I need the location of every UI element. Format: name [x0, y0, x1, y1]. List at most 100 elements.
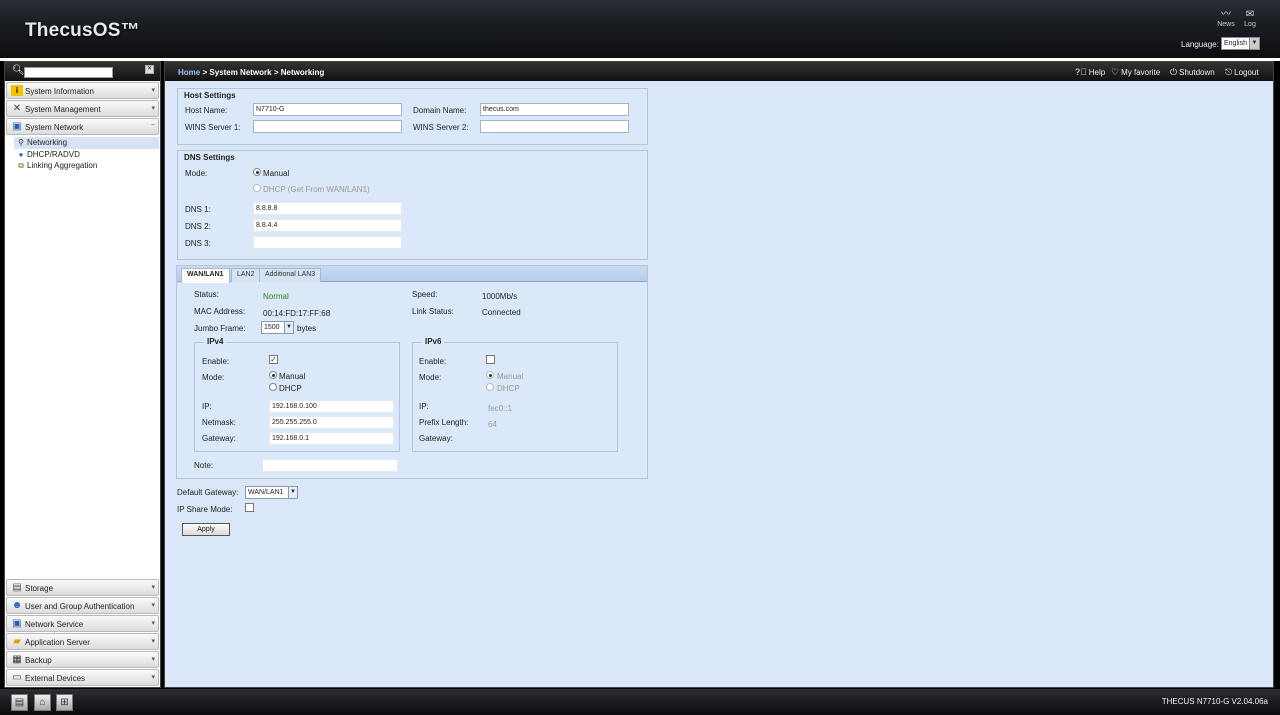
- mac-address-label: MAC Address:: [194, 307, 246, 316]
- default-gateway-select[interactable]: WAN/LAN1 ▼: [245, 486, 298, 499]
- note-label: Note:: [194, 461, 214, 470]
- ipv6-mode-manual-radio[interactable]: [486, 371, 494, 379]
- storage-icon: ▤: [12, 582, 22, 593]
- news-button[interactable]: 〰 News: [1215, 9, 1237, 28]
- my-favorite-button[interactable]: ♡ My favorite: [1111, 67, 1160, 78]
- ipv4-title: IPv4: [204, 337, 227, 346]
- logout-button[interactable]: ⎋ Logout: [1225, 67, 1259, 78]
- app-server-icon: ▰: [13, 636, 21, 647]
- ipv4-gateway-input[interactable]: 192.168.0.1: [269, 432, 394, 445]
- menu-user-group-authentication[interactable]: ☻ User and Group Authentication ▾: [6, 597, 159, 614]
- tab-lan2[interactable]: LAN2: [231, 268, 261, 282]
- taskbar: ▤ ⌂ ⊞ THECUS N7710-G V2.04.06a: [0, 689, 1280, 715]
- menu-system-information[interactable]: i System Information ▾: [6, 82, 159, 99]
- ethernet-icon: ⚲: [18, 138, 24, 147]
- sidebar-bottom-menus: ▤ Storage ▾ ☻ User and Group Authenticat…: [5, 578, 160, 686]
- menu-system-management[interactable]: ✕ System Management ▾: [6, 100, 159, 117]
- network-icon: ▣: [12, 121, 22, 132]
- dns-mode-dhcp-radio[interactable]: [253, 184, 261, 192]
- dns-1-label: DNS 1:: [185, 205, 211, 214]
- breadcrumb: Home > System Network > Networking: [178, 68, 324, 77]
- dns-3-input[interactable]: [253, 236, 402, 249]
- expand-icon[interactable]: ▾: [151, 86, 155, 94]
- dns-2-input[interactable]: 8.8.4.4: [253, 219, 402, 232]
- breadcrumb-separator: >: [200, 68, 210, 77]
- sitemap-icon[interactable]: ⊞: [56, 694, 73, 711]
- sidebar-item-linking-aggregation[interactable]: ⧉ Linking Aggregation: [14, 160, 160, 172]
- expand-icon[interactable]: ▾: [151, 655, 155, 663]
- search-input[interactable]: [24, 67, 113, 78]
- host-name-label: Host Name:: [185, 106, 228, 115]
- ip-share-mode-label: IP Share Mode:: [177, 505, 233, 514]
- shutdown-button[interactable]: ⏻ Shutdown: [1170, 67, 1215, 78]
- logout-label: Logout: [1234, 68, 1259, 77]
- expand-icon[interactable]: ▾: [151, 619, 155, 627]
- dns-settings-panel: DNS Settings Mode: Manual DHCP (Get From…: [177, 150, 648, 260]
- link-status-value: Connected: [482, 308, 521, 317]
- menu-label: System Management: [25, 105, 101, 114]
- breadcrumb-system-network[interactable]: System Network: [209, 68, 271, 77]
- clear-search-icon[interactable]: ✕: [145, 65, 154, 74]
- ipv4-mode-manual-radio[interactable]: [269, 371, 277, 379]
- tab-additional-lan3[interactable]: Additional LAN3: [259, 268, 322, 282]
- expand-icon[interactable]: ▾: [151, 601, 155, 609]
- dns-3-label: DNS 3:: [185, 239, 211, 248]
- status-label: Status:: [194, 290, 219, 299]
- note-input[interactable]: [262, 459, 398, 472]
- dns-mode-manual-radio[interactable]: [253, 168, 261, 176]
- menu-label: Backup: [25, 656, 52, 665]
- dns-mode-label: Mode:: [185, 169, 208, 178]
- home-icon[interactable]: ⌂: [34, 694, 51, 711]
- menu-application-server[interactable]: ▰ Application Server ▾: [6, 633, 159, 650]
- menu-storage[interactable]: ▤ Storage ▾: [6, 579, 159, 596]
- apply-button[interactable]: Apply: [182, 523, 230, 536]
- host-name-input[interactable]: N7710-G: [253, 103, 402, 116]
- ip-share-mode-checkbox[interactable]: [245, 503, 254, 512]
- ipv6-ip-value[interactable]: fec0::1: [488, 404, 512, 413]
- chevron-down-icon: ▼: [284, 322, 293, 333]
- disk-icon[interactable]: ▤: [11, 694, 28, 711]
- wins-server-1-label: WINS Server 1:: [185, 123, 241, 132]
- expand-icon[interactable]: ▾: [151, 583, 155, 591]
- ipv4-panel: IPv4 Enable: ✓ Mode: Manual DHCP IP: 192…: [194, 337, 400, 452]
- collapse-icon[interactable]: −: [151, 122, 155, 129]
- ipv6-prefix-length-label: Prefix Length:: [419, 418, 469, 427]
- breadcrumb-home[interactable]: Home: [178, 68, 200, 77]
- sidebar-item-label: Linking Aggregation: [27, 161, 98, 170]
- domain-name-input[interactable]: thecus.com: [480, 103, 629, 116]
- menu-system-network[interactable]: ▣ System Network −: [6, 118, 159, 135]
- jumbo-frame-select[interactable]: 1500 ▼: [261, 321, 294, 334]
- tab-wan-lan1[interactable]: WAN/LAN1: [181, 268, 230, 283]
- menu-external-devices[interactable]: ▭ External Devices ▾: [6, 669, 159, 686]
- dns-2-label: DNS 2:: [185, 222, 211, 231]
- menu-network-service[interactable]: ▣ Network Service ▾: [6, 615, 159, 632]
- expand-icon[interactable]: ▾: [151, 104, 155, 112]
- help-button[interactable]: ?⃝ Help: [1075, 67, 1105, 77]
- language-select[interactable]: English ▼: [1221, 37, 1260, 50]
- rss-icon: 〰: [1221, 9, 1231, 20]
- ipv4-netmask-input[interactable]: 255.255.255.0: [269, 416, 394, 429]
- menu-label: External Devices: [25, 674, 86, 683]
- firmware-version: THECUS N7710-G V2.04.06a: [1161, 697, 1268, 706]
- sidebar-item-networking[interactable]: ⚲ Networking: [14, 137, 159, 149]
- breadcrumb-separator: >: [271, 68, 281, 77]
- ipv4-mode-dhcp-radio[interactable]: [269, 383, 277, 391]
- wins-server-2-input[interactable]: [480, 120, 629, 133]
- ipv4-enable-label: Enable:: [202, 357, 230, 366]
- jumbo-frame-value: 1500: [264, 324, 280, 331]
- ipv6-mode-dhcp-radio[interactable]: [486, 383, 494, 391]
- ipv6-enable-checkbox[interactable]: [486, 355, 495, 364]
- wins-server-1-input[interactable]: [253, 120, 402, 133]
- ipv4-ip-input[interactable]: 192.168.0.100: [269, 400, 394, 413]
- ipv4-enable-checkbox[interactable]: ✓: [269, 355, 278, 364]
- dns-1-input[interactable]: 8.8.8.8: [253, 202, 402, 215]
- log-button[interactable]: ✉ Log: [1239, 9, 1261, 28]
- ipv6-prefix-length-value[interactable]: 64: [488, 420, 497, 429]
- tab-strip: WAN/LAN1 LAN2 Additional LAN3: [177, 266, 647, 283]
- expand-icon[interactable]: ▾: [151, 673, 155, 681]
- sidebar: 🔍︎ ✕ i System Information ▾ ✕ System Man…: [4, 61, 161, 688]
- menu-backup[interactable]: ▦ Backup ▾: [6, 651, 159, 668]
- network-service-icon: ▣: [12, 618, 22, 629]
- expand-icon[interactable]: ▾: [151, 637, 155, 645]
- sidebar-item-dhcp-radvd[interactable]: ● DHCP/RADVD: [14, 149, 160, 161]
